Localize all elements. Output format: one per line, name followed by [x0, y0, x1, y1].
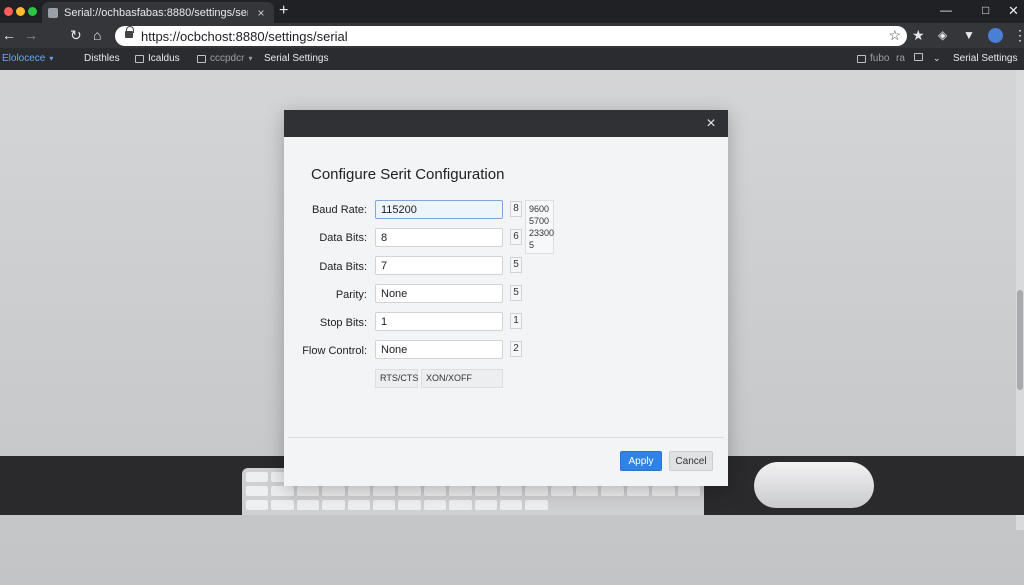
data-bits-input[interactable]	[375, 228, 503, 247]
home-icon[interactable]: ⌂	[93, 27, 101, 43]
tab-favicon-icon	[48, 7, 58, 18]
window-close-icon[interactable]: ✕	[1008, 3, 1019, 19]
stop-bits-label: Stop Bits:	[319, 317, 367, 329]
baud-rate-stepper[interactable]: 8	[510, 201, 522, 217]
bookmarks-bar: Elolocece ▾ Disthles Icaldus cccpdcr ▾ S…	[0, 48, 1024, 70]
back-icon[interactable]: ←	[2, 27, 16, 43]
bookmark-item-right-1[interactable]: fubo	[857, 53, 889, 64]
data-bits-stepper-2[interactable]: 5	[510, 257, 522, 273]
data-bits-stepper[interactable]: 6	[510, 229, 522, 245]
data-bits-label: Data Bits:	[319, 232, 367, 244]
download-box-icon[interactable]: ▼	[963, 27, 975, 43]
parity-input[interactable]	[375, 284, 503, 303]
minimize-window-dot[interactable]	[16, 7, 25, 16]
parity-label: Parity:	[335, 289, 367, 301]
bookmark-label: Serial Settings	[264, 53, 329, 64]
tab-title: Serial://ochbasfabas:8880/settings/seria…	[64, 6, 248, 19]
scrollbar-thumb[interactable]	[1017, 290, 1023, 390]
dialog-title: Configure Serit Configuration	[311, 166, 505, 183]
folder-icon	[857, 54, 866, 63]
stop-bits-stepper[interactable]: 1	[510, 313, 522, 329]
suggestion-item[interactable]: 9600	[529, 203, 550, 215]
flow-option-xon-xoff[interactable]: XON/XOFF	[421, 369, 503, 388]
bookmark-overflow[interactable]: ⌄	[933, 53, 941, 64]
flow-option-rts-cts[interactable]: RTS/CTS	[375, 369, 418, 388]
flow-control-stepper[interactable]: 2	[510, 341, 522, 357]
suggestion-item[interactable]: 5	[529, 239, 550, 251]
profile-avatar[interactable]	[988, 28, 1003, 43]
data-bits-label-2: Data Bits:	[319, 261, 367, 273]
bookmark-label: cccpdcr	[210, 53, 245, 64]
reload-icon[interactable]: ↻	[70, 27, 82, 43]
bookmark-item-1[interactable]: Elolocece ▾	[2, 53, 53, 64]
stop-bits-input[interactable]	[375, 312, 503, 331]
suggestion-item[interactable]: 23300	[529, 227, 554, 239]
bookmark-label: Disthles	[84, 53, 120, 64]
baud-rate-suggestions: 9600 5700 23300 5	[525, 200, 554, 254]
menu-kebab-icon[interactable]: ⋮	[1013, 27, 1024, 43]
flow-control-label: Flow Control:	[302, 345, 367, 357]
bookmark-item-right-2[interactable]: ra	[896, 53, 905, 64]
bookmark-label: Serial Settings	[953, 53, 1018, 64]
parity-stepper[interactable]: 5	[510, 285, 522, 301]
chevron-down-icon: ▾	[49, 54, 54, 63]
bookmark-item-right-3[interactable]	[914, 53, 923, 61]
bookmark-item-2[interactable]: Disthles	[84, 53, 120, 64]
tab-close-icon[interactable]: ×	[254, 6, 268, 20]
cancel-button[interactable]: Cancel	[669, 451, 713, 471]
bookmark-label: ra	[896, 53, 905, 64]
close-window-dot[interactable]	[4, 7, 13, 16]
dialog-divider	[288, 437, 724, 438]
window-minimize-icon[interactable]: —	[940, 3, 952, 17]
mouse-image	[754, 462, 874, 508]
bookmark-label: Elolocece	[2, 53, 46, 64]
forward-icon[interactable]: →	[24, 27, 38, 43]
suggestion-item[interactable]: 5700	[529, 215, 550, 227]
folder-icon	[135, 54, 144, 63]
folder-icon	[197, 54, 206, 63]
baud-rate-label: Baud Rate:	[311, 204, 367, 216]
bookmark-label: fubo	[870, 53, 890, 64]
new-tab-button[interactable]: +	[279, 2, 288, 20]
folder-icon	[914, 53, 923, 61]
bookmark-star-icon[interactable]: ☆	[888, 27, 901, 44]
bookmark-label: Icaldus	[148, 53, 180, 64]
serial-config-dialog: × Configure Serit Configuration Baud Rat…	[284, 110, 728, 486]
chevron-down-icon: ⌄	[933, 53, 941, 63]
chevron-down-icon: ▾	[248, 54, 253, 63]
window-restore-icon[interactable]: □	[982, 3, 989, 17]
extension-shield-icon[interactable]: ◈	[938, 27, 947, 43]
bookmark-item-5[interactable]: Serial Settings	[264, 53, 328, 64]
favorites-star-icon[interactable]: ★	[912, 27, 925, 43]
browser-tab-strip: Serial://ochbasfabas:8880/settings/seria…	[0, 0, 1024, 23]
bookmark-serial-settings[interactable]: Serial Settings	[953, 53, 1017, 64]
address-bar[interactable]: ☆	[115, 26, 907, 46]
browser-toolbar: ← → ↻ ⌂ ☆ ★ ◈ ▼ ⋮	[0, 23, 1024, 48]
apply-button[interactable]: Apply	[620, 451, 662, 471]
lock-icon[interactable]	[125, 26, 134, 39]
url-input[interactable]	[141, 28, 861, 44]
dialog-close-icon[interactable]: ×	[702, 115, 720, 133]
browser-tab[interactable]: Serial://ochbasfabas:8880/settings/seria…	[42, 2, 274, 23]
baud-rate-input[interactable]	[375, 200, 503, 219]
bookmark-item-4[interactable]: cccpdcr ▾	[197, 53, 252, 64]
data-bits-input-2[interactable]	[375, 256, 503, 275]
dialog-header: ×	[284, 110, 728, 137]
flow-control-input[interactable]	[375, 340, 503, 359]
maximize-window-dot[interactable]	[28, 7, 37, 16]
bookmark-item-3[interactable]: Icaldus	[135, 53, 180, 64]
